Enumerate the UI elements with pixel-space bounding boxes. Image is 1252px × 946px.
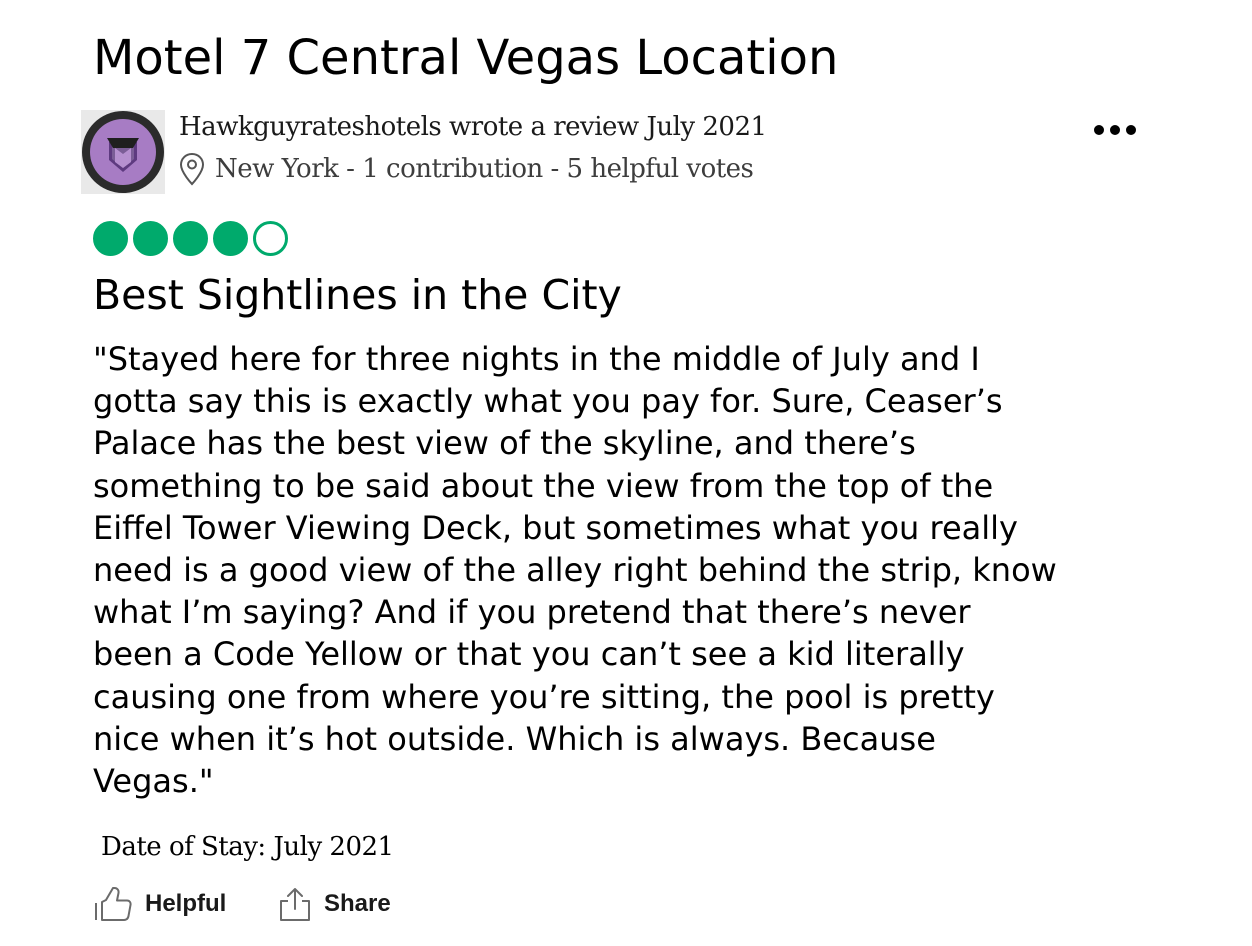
reviewer-meta: New York - 1 contribution - 5 helpful vo…: [177, 151, 754, 187]
rating-bubble-filled: [213, 221, 248, 256]
hawkeye-avatar-icon: [81, 110, 165, 194]
review-title[interactable]: Best Sightlines in the City: [93, 270, 622, 320]
share-label: Share: [324, 890, 391, 917]
reviewer-avatar[interactable]: [81, 110, 165, 194]
share-icon: [280, 888, 310, 921]
rating-bubbles: [93, 221, 288, 256]
reviewer-meta-text: New York - 1 contribution - 5 helpful vo…: [215, 154, 754, 184]
rating-bubble-filled: [93, 221, 128, 256]
date-of-stay: Date of Stay: July 2021: [101, 832, 394, 862]
helpful-label: Helpful: [145, 890, 227, 917]
page-title: Motel 7 Central Vegas Location: [93, 30, 839, 86]
thumbs-up-icon: [95, 887, 132, 921]
reviewer-line[interactable]: Hawkguyrateshotels wrote a review July 2…: [179, 110, 767, 144]
share-button[interactable]: Share: [278, 884, 391, 924]
rating-bubble-filled: [173, 221, 208, 256]
helpful-button[interactable]: Helpful: [93, 884, 226, 924]
rating-bubble-filled: [133, 221, 168, 256]
location-pin-icon: [179, 152, 205, 186]
more-options-icon: [1094, 125, 1136, 135]
review-body: "Stayed here for three nights in the mid…: [93, 340, 1057, 801]
rating-bubble-empty: [253, 221, 288, 256]
more-options-button[interactable]: [1088, 116, 1142, 144]
